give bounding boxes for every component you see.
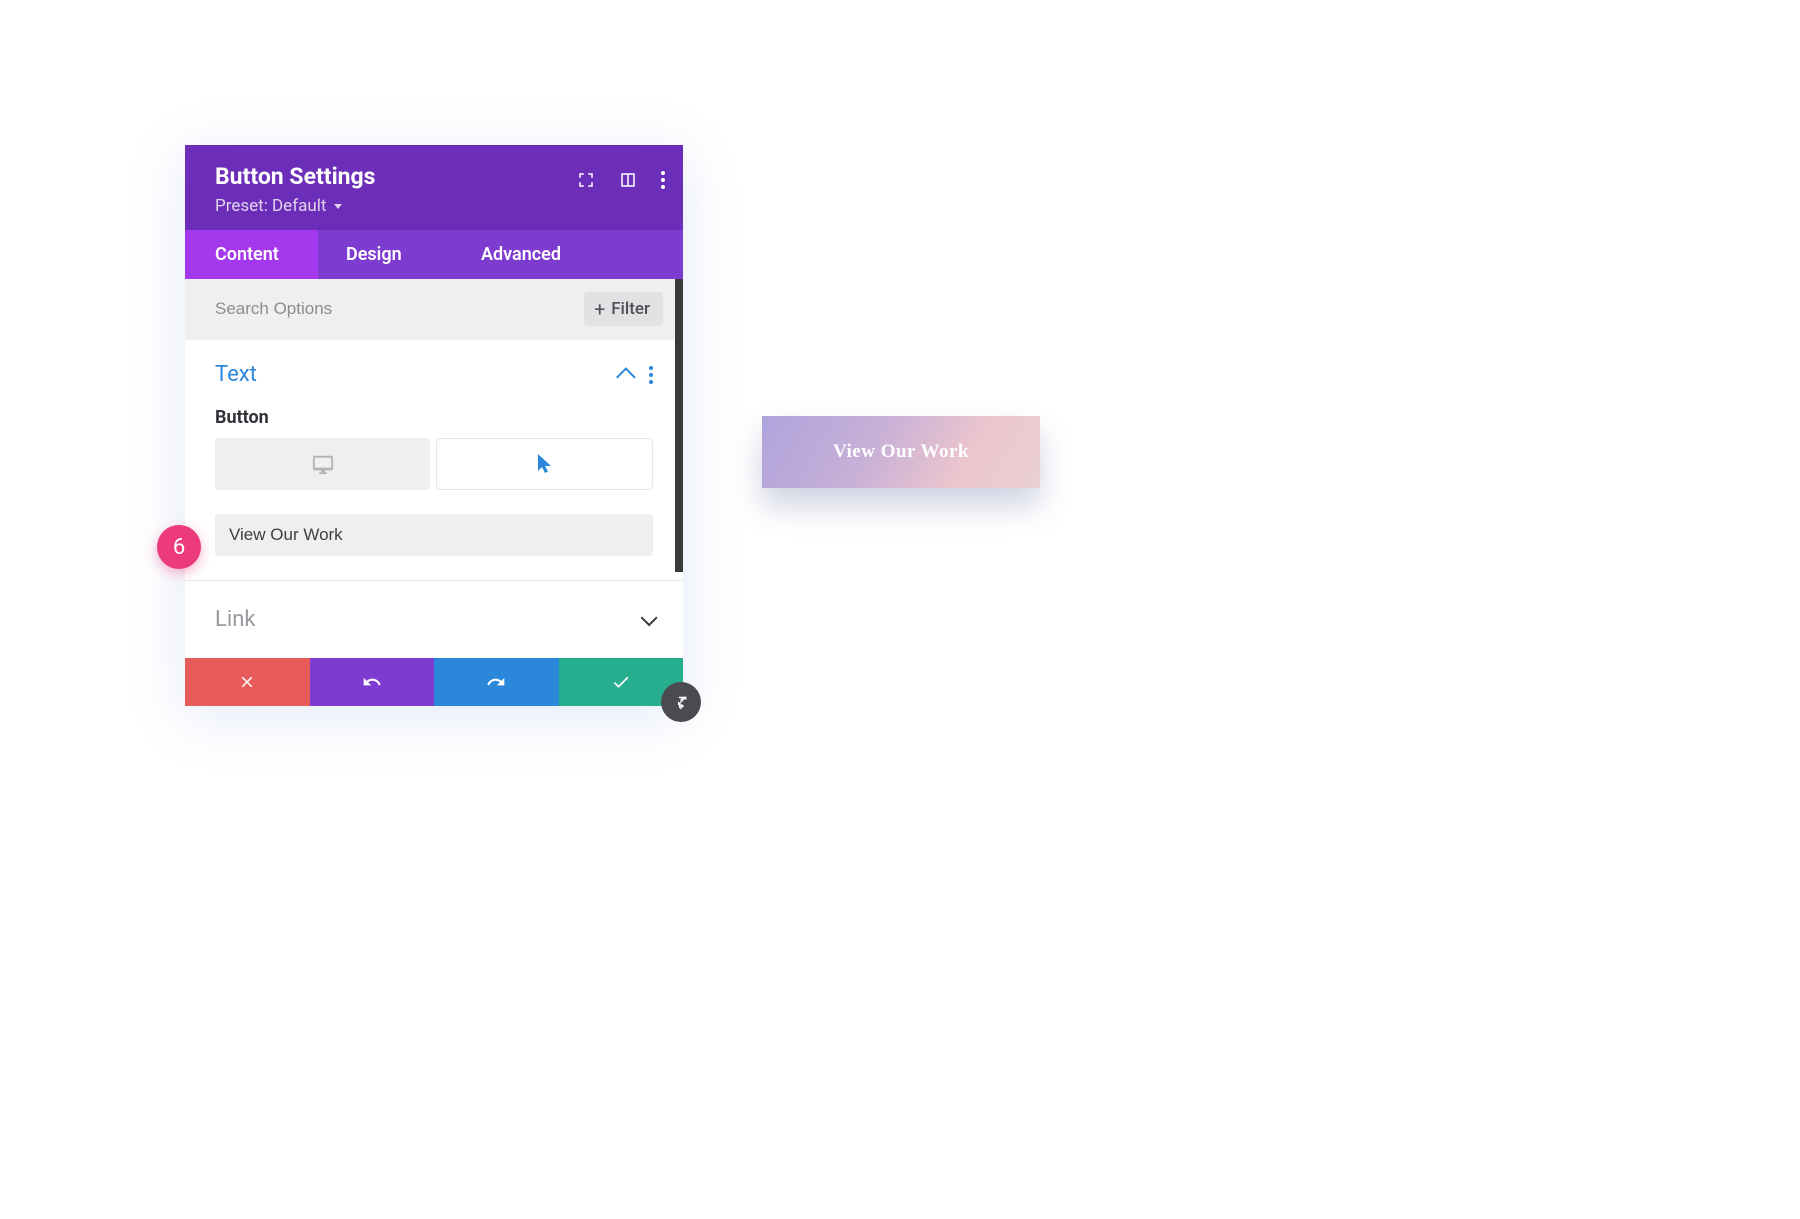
- resize-icon: [672, 693, 690, 711]
- redo-button[interactable]: [434, 658, 559, 706]
- search-row: + Filter: [185, 279, 683, 340]
- preview-button[interactable]: View Our Work: [762, 416, 1040, 488]
- scrollbar[interactable]: [675, 279, 683, 572]
- step-badge: 6: [157, 525, 201, 569]
- chevron-down-icon: [641, 609, 658, 626]
- panel-body: + Filter Text Button: [185, 279, 683, 658]
- panel-tabs: Content Design Advanced: [185, 230, 683, 279]
- section-link-header[interactable]: Link: [215, 607, 653, 632]
- redo-icon: [486, 672, 506, 692]
- preset-dropdown[interactable]: Preset: Default: [215, 196, 659, 216]
- expand-icon[interactable]: [577, 171, 595, 189]
- responsive-toggle: [215, 438, 653, 490]
- undo-icon: [362, 672, 382, 692]
- close-icon: [238, 673, 256, 691]
- tab-advanced[interactable]: Advanced: [453, 230, 683, 279]
- resize-handle[interactable]: [661, 682, 701, 722]
- filter-button[interactable]: + Filter: [584, 292, 663, 326]
- cancel-button[interactable]: [185, 658, 310, 706]
- tab-content[interactable]: Content: [185, 230, 318, 279]
- section-text-header[interactable]: Text: [215, 362, 653, 387]
- section-link-title: Link: [215, 607, 256, 632]
- monitor-icon: [312, 453, 334, 475]
- preset-label: Preset: Default: [215, 196, 326, 216]
- filter-label: Filter: [611, 299, 650, 319]
- section-text: Text Button: [185, 340, 683, 581]
- button-field-label: Button: [215, 407, 653, 428]
- caret-down-icon: [334, 204, 342, 209]
- section-kebab-icon[interactable]: [649, 366, 653, 384]
- button-settings-panel: Button Settings Preset: Default Content …: [185, 145, 683, 706]
- chevron-up-icon: [616, 367, 636, 387]
- button-text-input[interactable]: [215, 514, 653, 556]
- header-actions: [577, 171, 665, 189]
- search-input[interactable]: [215, 299, 584, 319]
- check-icon: [611, 672, 631, 692]
- cursor-icon: [537, 454, 553, 474]
- section-link: Link: [185, 581, 683, 658]
- panel-header: Button Settings Preset: Default: [185, 145, 683, 230]
- section-text-title: Text: [215, 362, 257, 387]
- columns-icon[interactable]: [619, 171, 637, 189]
- plus-icon: +: [594, 300, 605, 319]
- hover-tab[interactable]: [436, 438, 653, 490]
- kebab-menu-icon[interactable]: [661, 171, 665, 189]
- desktop-tab[interactable]: [215, 438, 430, 490]
- undo-button[interactable]: [310, 658, 435, 706]
- panel-footer: [185, 658, 683, 706]
- tab-design[interactable]: Design: [318, 230, 453, 279]
